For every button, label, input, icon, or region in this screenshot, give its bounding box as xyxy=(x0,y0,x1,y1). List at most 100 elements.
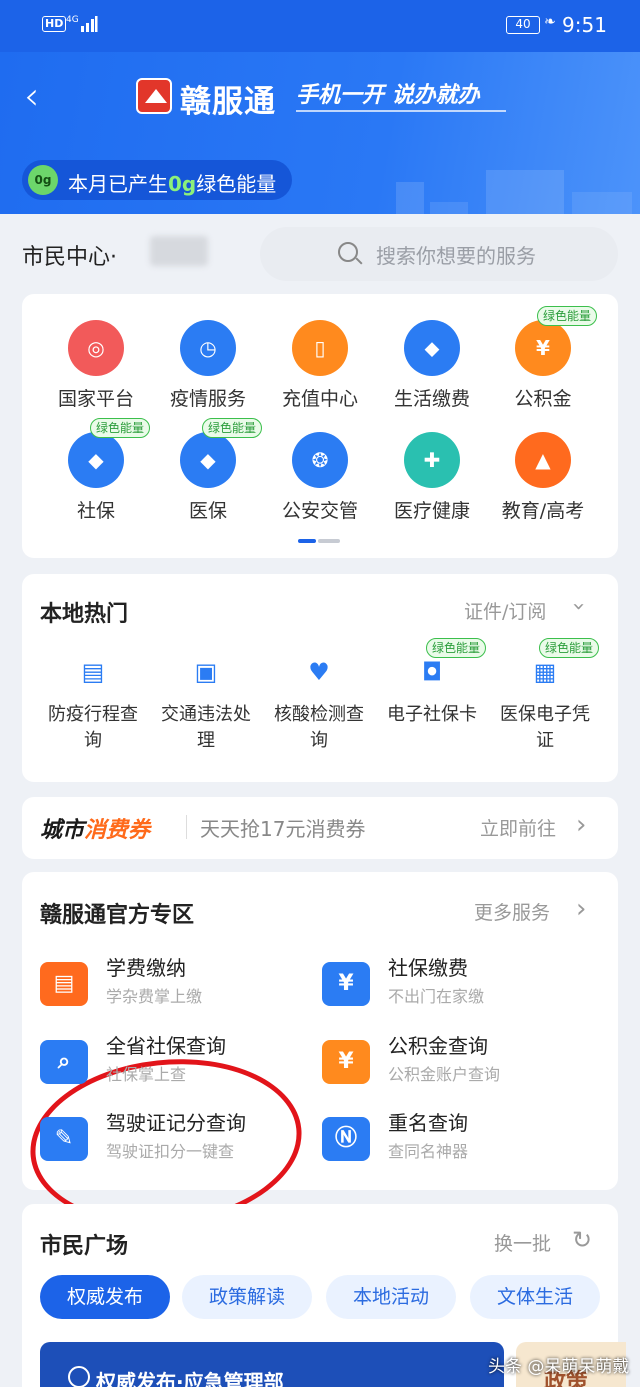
hot-more-link[interactable]: 证件/订阅 xyxy=(464,597,546,624)
tab-0[interactable]: 权威发布 xyxy=(40,1275,170,1319)
hot-label-line2: 证 xyxy=(536,730,554,751)
app-slogan: 手机一开 说办就办 xyxy=(296,83,480,108)
page-indicator xyxy=(318,539,340,543)
divider xyxy=(186,815,187,839)
decor-building xyxy=(430,202,468,214)
yen-doc-icon: ¥ xyxy=(322,962,370,1006)
leaf-icon: ❧ xyxy=(544,14,556,30)
hot-label: 医保电子凭 xyxy=(500,704,590,725)
medical-icon: ✚ xyxy=(404,432,460,488)
energy-suffix: 绿色能量 xyxy=(196,172,277,196)
official-item-title: 全省社保查询 xyxy=(106,1034,226,1058)
search-placeholder: 搜索你想要的服务 xyxy=(376,244,536,268)
service-label: 公积金 xyxy=(514,388,572,410)
green-energy-tag: 绿色能量 xyxy=(202,418,263,438)
hot-label: 核酸检测查 xyxy=(274,704,364,725)
shield-icon: ◆ xyxy=(68,432,124,488)
voucher-brand-a: 城市 xyxy=(40,818,85,843)
official-item-subtitle: 学杂费掌上缴 xyxy=(106,987,203,1006)
yen-house-icon: ¥ xyxy=(515,320,571,376)
tab-3[interactable]: 文体生活 xyxy=(470,1275,600,1319)
hot-title: 本地热门 xyxy=(40,602,129,627)
license-icon: ✎ xyxy=(40,1117,88,1161)
battery-icon: 40 xyxy=(506,16,540,34)
official-item-title: 重名查询 xyxy=(388,1111,468,1135)
chevron-down-icon: › xyxy=(565,602,591,611)
service-label: 医疗健康 xyxy=(393,500,470,522)
chevron-right-icon: › xyxy=(576,810,587,840)
tab-2[interactable]: 本地活动 xyxy=(326,1275,456,1319)
energy-badge-icon: 0g xyxy=(28,165,58,195)
service-label: 疫情服务 xyxy=(169,388,246,410)
refresh-icon[interactable]: ↻ xyxy=(572,1226,592,1254)
search-shield-icon: ⌕ xyxy=(40,1040,88,1084)
hot-label-line2: 询 xyxy=(84,730,102,751)
official-item-subtitle: 公积金账户查询 xyxy=(388,1065,501,1084)
service-label: 公安交管 xyxy=(281,500,358,522)
drop-icon: ⬥ xyxy=(404,320,460,376)
service-label: 国家平台 xyxy=(57,388,134,410)
search-icon xyxy=(338,242,358,262)
watermark: 头条 @呆萌呆萌戴 xyxy=(488,1357,630,1377)
voucher-brand: 城市消费券 xyxy=(40,812,150,844)
banner-title: 权威发布·应急管理部 xyxy=(96,1370,284,1387)
app-logo-icon xyxy=(136,78,172,114)
clock-icon: ◷ xyxy=(180,320,236,376)
tab-1[interactable]: 政策解读 xyxy=(182,1275,312,1319)
service-label: 医保 xyxy=(188,500,227,522)
hot-label: 交通违法处 xyxy=(161,704,251,725)
wallet-icon: ▤ xyxy=(40,962,88,1006)
green-energy-tag: 绿色能量 xyxy=(539,638,600,658)
shield-icon: ◆ xyxy=(180,432,236,488)
decor-building xyxy=(396,182,424,214)
id-card-icon: ▤ xyxy=(81,658,105,686)
energy-text: 本月已产生0g绿色能量 xyxy=(68,168,276,197)
refresh-link[interactable]: 换一批 xyxy=(494,1229,551,1256)
location-selector[interactable]: 市民中心· xyxy=(22,239,117,271)
service-label: 生活缴费 xyxy=(393,388,470,410)
official-item-subtitle: 驾驶证扣分一键查 xyxy=(106,1142,235,1161)
energy-prefix: 本月已产生 xyxy=(68,172,168,196)
app-title: 赣服通 xyxy=(180,84,276,120)
back-button[interactable]: ‹ xyxy=(24,76,54,116)
network-type: 4G xyxy=(66,15,79,25)
voucher-text: 天天抢17元消费券 xyxy=(200,817,366,841)
hd-badge: HD xyxy=(42,16,67,32)
green-energy-tag: 绿色能量 xyxy=(537,306,598,326)
hot-label-line2: 询 xyxy=(310,730,328,751)
decor-pagoda xyxy=(486,170,564,214)
location-blurred xyxy=(150,236,208,266)
official-item-title: 公积金查询 xyxy=(388,1034,488,1058)
signal-icon xyxy=(81,16,98,32)
official-item-title: 学费缴纳 xyxy=(106,956,186,980)
chevron-right-icon: › xyxy=(576,894,587,924)
police-icon: ❂ xyxy=(292,432,348,488)
official-item-subtitle: 查同名神器 xyxy=(388,1142,469,1161)
green-energy-tag: 绿色能量 xyxy=(90,418,151,438)
heart-plus-icon: ♥ xyxy=(308,658,330,686)
voucher-go-link[interactable]: 立即前往 xyxy=(480,814,556,841)
service-label: 社保 xyxy=(76,500,115,522)
yen-house-icon: ¥ xyxy=(322,1040,370,1084)
green-energy-tag: 绿色能量 xyxy=(426,638,487,658)
name-search-icon: Ⓝ xyxy=(322,1117,370,1161)
square-title: 市民广场 xyxy=(40,1234,129,1259)
car-icon: ▣ xyxy=(194,658,218,686)
official-item-subtitle: 不出门在家缴 xyxy=(388,987,485,1006)
globe-icon xyxy=(68,1366,90,1387)
service-label: 充值中心 xyxy=(281,388,358,410)
hot-label: 防疫行程查 xyxy=(48,704,138,725)
page-indicator-active xyxy=(298,539,316,543)
official-item-title: 驾驶证记分查询 xyxy=(106,1111,246,1135)
voucher-brand-b: 消费券 xyxy=(84,818,151,843)
official-item-title: 社保缴费 xyxy=(388,956,468,980)
hot-label-line2: 理 xyxy=(197,730,215,751)
official-more-link[interactable]: 更多服务 xyxy=(474,898,550,925)
slogan-underline xyxy=(296,110,506,112)
emblem-icon: ◎ xyxy=(68,320,124,376)
phone-icon: ▯ xyxy=(292,320,348,376)
energy-value: 0g xyxy=(168,172,197,196)
clock: 9:51 xyxy=(562,13,607,37)
official-item-subtitle: 社保掌上查 xyxy=(106,1065,187,1084)
official-title: 赣服通官方专区 xyxy=(40,903,195,928)
